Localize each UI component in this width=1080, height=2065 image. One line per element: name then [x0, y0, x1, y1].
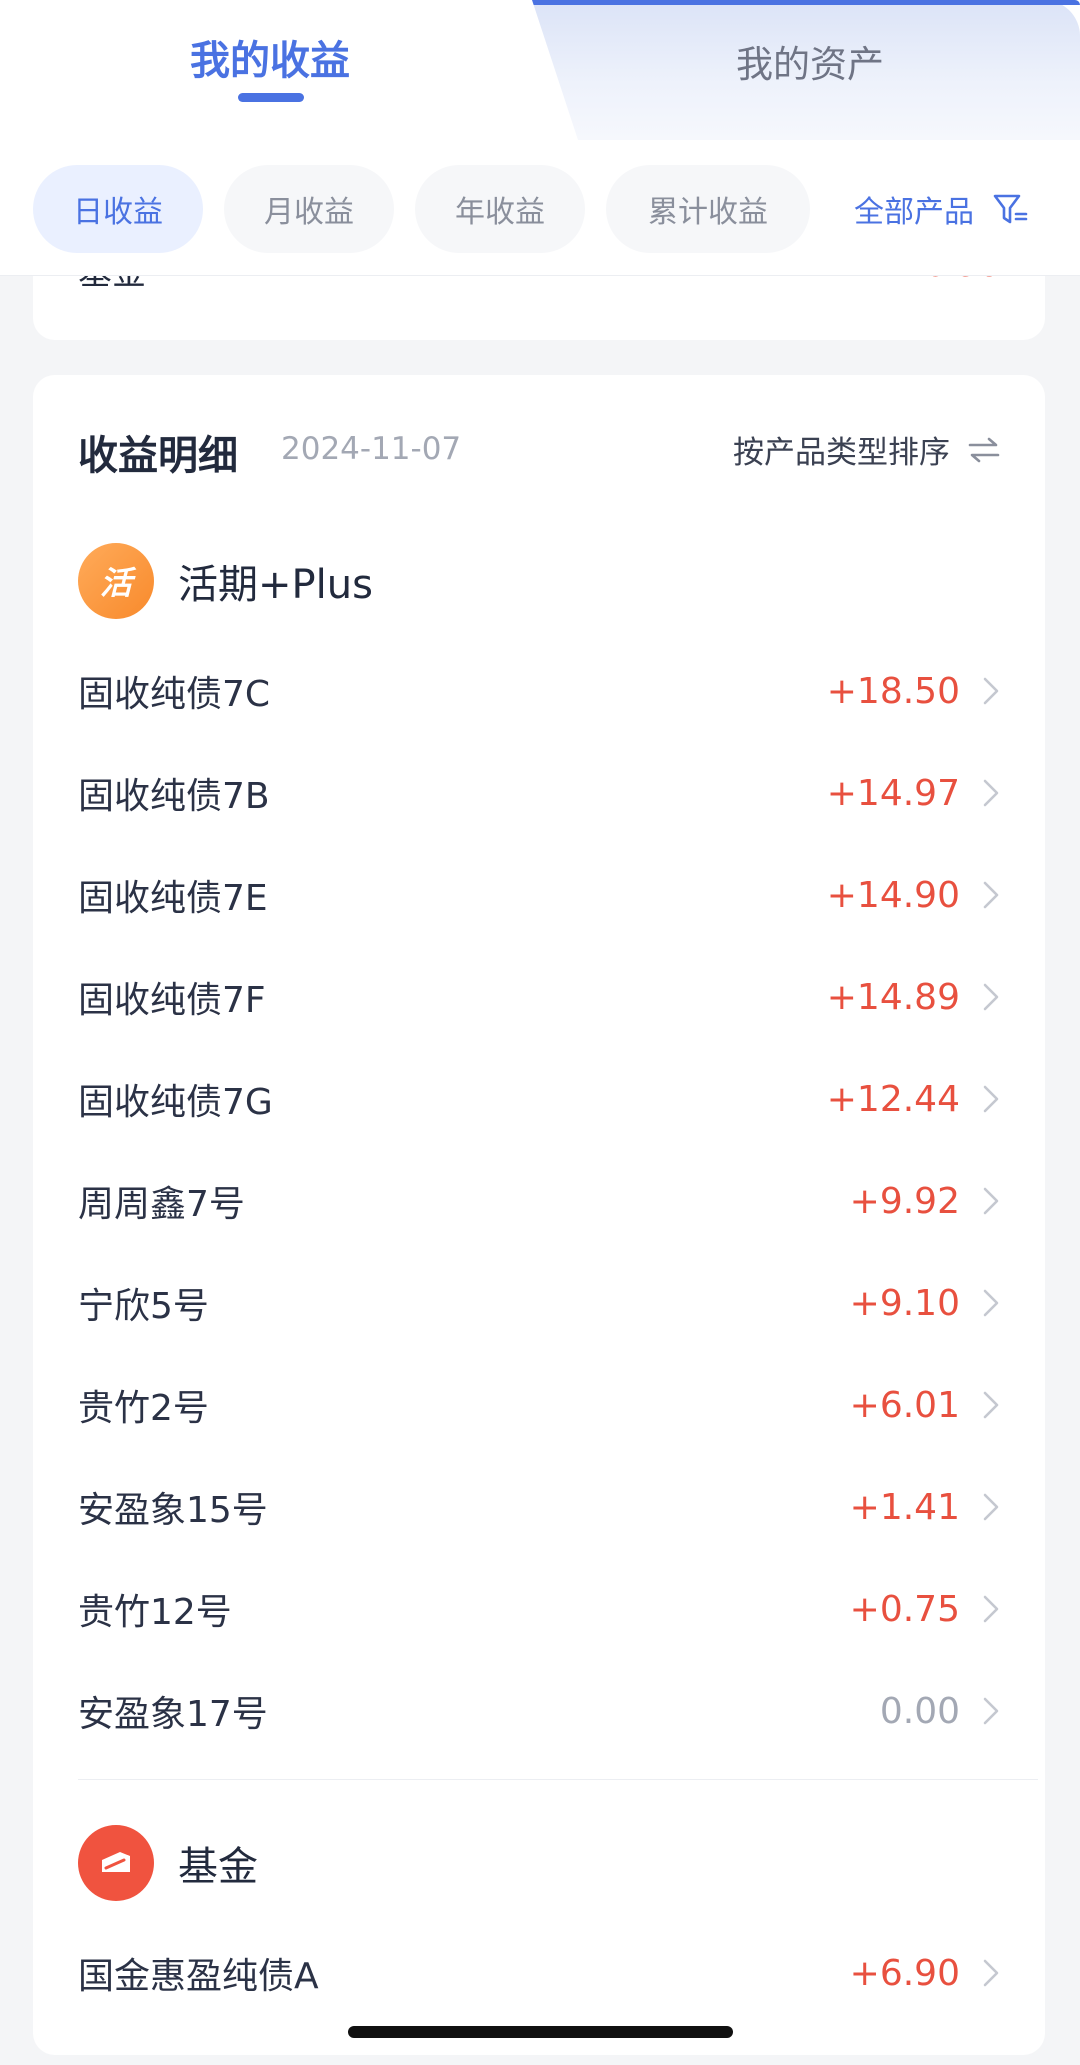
earnings-value: +6.90 [849, 1952, 960, 1994]
chevron-right-icon [983, 1085, 999, 1113]
group-divider [78, 1779, 1038, 1780]
chevron-right-icon [983, 1391, 999, 1419]
list-item[interactable]: 贵竹12号 +0.75 [78, 1559, 1000, 1659]
list-item[interactable]: 安盈象17号 0.00 [78, 1661, 1000, 1761]
group-name: 基金 [178, 1844, 258, 1890]
product-name: 安盈象15号 [78, 1490, 268, 1531]
chevron-right-icon [983, 881, 999, 909]
active-tab-indicator [238, 93, 304, 102]
list-item[interactable]: 安盈象15号 +1.41 [78, 1457, 1000, 1557]
earnings-value: +6.01 [849, 1384, 960, 1426]
chevron-right-icon [983, 1959, 999, 1987]
product-name: 固收纯债7G [78, 1082, 273, 1123]
earnings-value: +9.92 [849, 1180, 960, 1222]
product-name: 国金惠盈纯债A [78, 1956, 319, 1997]
product-name: 固收纯债7E [78, 878, 268, 919]
earnings-value: +18.50 [826, 670, 960, 712]
all-products-filter[interactable]: 全部产品 [854, 165, 1028, 253]
chevron-right-icon [983, 1289, 999, 1317]
filter-daily-earnings[interactable]: 日收益 [33, 165, 203, 253]
detail-title: 收益明细 [78, 433, 238, 479]
filter-monthly-earnings[interactable]: 月收益 [224, 165, 394, 253]
earnings-value: 0.00 [879, 1690, 960, 1732]
group-header-fund: 基金 [78, 1825, 258, 1901]
swap-icon [968, 437, 1000, 462]
chevron-right-icon [983, 1187, 999, 1215]
header: 我的收益 我的资产 日收益 月收益 年收益 累计收益 全部产品 [0, 0, 1080, 276]
sort-label: 按产品类型排序 [733, 435, 950, 471]
list-item[interactable]: 固收纯债7E +14.90 [78, 845, 1000, 945]
earnings-value: +9.10 [849, 1282, 960, 1324]
earnings-detail-card: 收益明细 2024-11-07 按产品类型排序 活 活期+Plus 固收纯债7C… [33, 375, 1045, 2055]
group-name: 活期+Plus [178, 562, 373, 608]
chevron-right-icon [983, 983, 999, 1011]
group-header-current-plus: 活 活期+Plus [78, 543, 373, 619]
sort-by-product-type-button[interactable]: 按产品类型排序 [733, 427, 1000, 472]
earnings-value: +0.75 [849, 1588, 960, 1630]
earnings-value: +12.44 [826, 1078, 960, 1120]
product-name: 固收纯债7C [78, 674, 271, 715]
home-indicator [348, 2026, 733, 2038]
tab-my-assets[interactable]: 我的资产 [700, 34, 920, 88]
list-item[interactable]: 国金惠盈纯债A +6.90 [78, 1923, 1000, 2023]
chevron-right-icon [983, 779, 999, 807]
product-name: 宁欣5号 [78, 1286, 209, 1327]
chevron-right-icon [983, 1493, 999, 1521]
filter-yearly-earnings[interactable]: 年收益 [415, 165, 585, 253]
earnings-value: +14.89 [826, 976, 960, 1018]
product-name: 贵竹2号 [78, 1388, 209, 1429]
detail-date: 2024-11-07 [281, 431, 462, 467]
list-item[interactable]: 固收纯债7C +18.50 [78, 641, 1000, 741]
all-products-label: 全部产品 [854, 195, 974, 230]
list-item[interactable]: 固收纯债7F +14.89 [78, 947, 1000, 1047]
chevron-right-icon [983, 1697, 999, 1725]
filter-cumulative-earnings[interactable]: 累计收益 [606, 165, 810, 253]
chevron-right-icon [983, 1595, 999, 1623]
earnings-value: +1.41 [849, 1486, 960, 1528]
product-name: 固收纯债7B [78, 776, 270, 817]
earnings-value: +14.97 [826, 772, 960, 814]
fund-icon [78, 1825, 154, 1901]
filter-icon [993, 194, 1028, 224]
list-item[interactable]: 周周鑫7号 +9.92 [78, 1151, 1000, 1251]
chevron-right-icon [983, 677, 999, 705]
product-name: 固收纯债7F [78, 980, 266, 1021]
product-name: 周周鑫7号 [78, 1184, 245, 1225]
current-deposit-icon: 活 [78, 543, 154, 619]
list-item[interactable]: 贵竹2号 +6.01 [78, 1355, 1000, 1455]
product-name: 安盈象17号 [78, 1694, 268, 1735]
earnings-filter-bar: 日收益 月收益 年收益 累计收益 全部产品 [0, 165, 1080, 255]
product-name: 贵竹12号 [78, 1592, 232, 1633]
list-item[interactable]: 固收纯债7G +12.44 [78, 1049, 1000, 1149]
list-item[interactable]: 宁欣5号 +9.10 [78, 1253, 1000, 1353]
list-item[interactable]: 固收纯债7B +14.97 [78, 743, 1000, 843]
tab-my-earnings[interactable]: 我的收益 [170, 28, 370, 86]
earnings-value: +14.90 [826, 874, 960, 916]
